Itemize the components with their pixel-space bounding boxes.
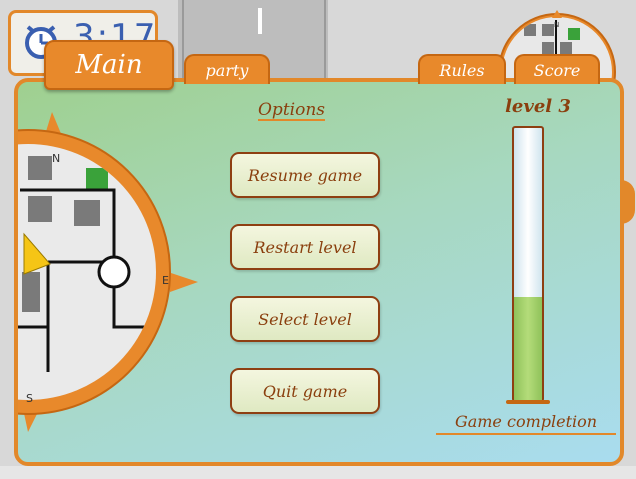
map-block: [86, 168, 108, 190]
options-panel: N E S Options Resume game Restart level …: [14, 78, 624, 466]
game-completion-fill: [514, 296, 542, 400]
tab-score[interactable]: Score: [514, 54, 600, 84]
select-level-button[interactable]: Select level: [230, 296, 380, 342]
compass-north-label: N: [52, 152, 60, 165]
map-block: [28, 156, 52, 180]
compass-map[interactable]: N E S: [18, 112, 208, 432]
compass-east-label: E: [162, 274, 169, 287]
compass-south-label: S: [26, 392, 33, 405]
progress-bar-base: [506, 400, 550, 404]
tab-party[interactable]: party: [184, 54, 270, 84]
minimap-block: [560, 42, 572, 54]
panel-edge-tab: [621, 180, 635, 224]
tab-rules[interactable]: Rules: [418, 54, 506, 84]
minimap-north-label: N: [554, 21, 559, 29]
tab-main[interactable]: Main: [44, 40, 174, 90]
game-completion-bar: [512, 126, 544, 402]
background-road: [0, 466, 636, 479]
game-completion-label: Game completion: [436, 412, 616, 435]
map-roundabout: [97, 255, 131, 289]
minimap-block: [568, 28, 580, 40]
level-label: level 3: [505, 96, 571, 117]
minimap-block: [542, 42, 554, 54]
map-block: [28, 196, 52, 222]
compass-east-arrow: [168, 272, 198, 292]
map-block: [74, 200, 100, 226]
options-title: Options: [258, 100, 325, 120]
quit-game-button[interactable]: Quit game: [230, 368, 380, 414]
resume-game-button[interactable]: Resume game: [230, 152, 380, 198]
road-marking: [258, 8, 262, 34]
restart-level-button[interactable]: Restart level: [230, 224, 380, 270]
map-block: [22, 272, 40, 312]
minimap-block: [542, 24, 554, 36]
